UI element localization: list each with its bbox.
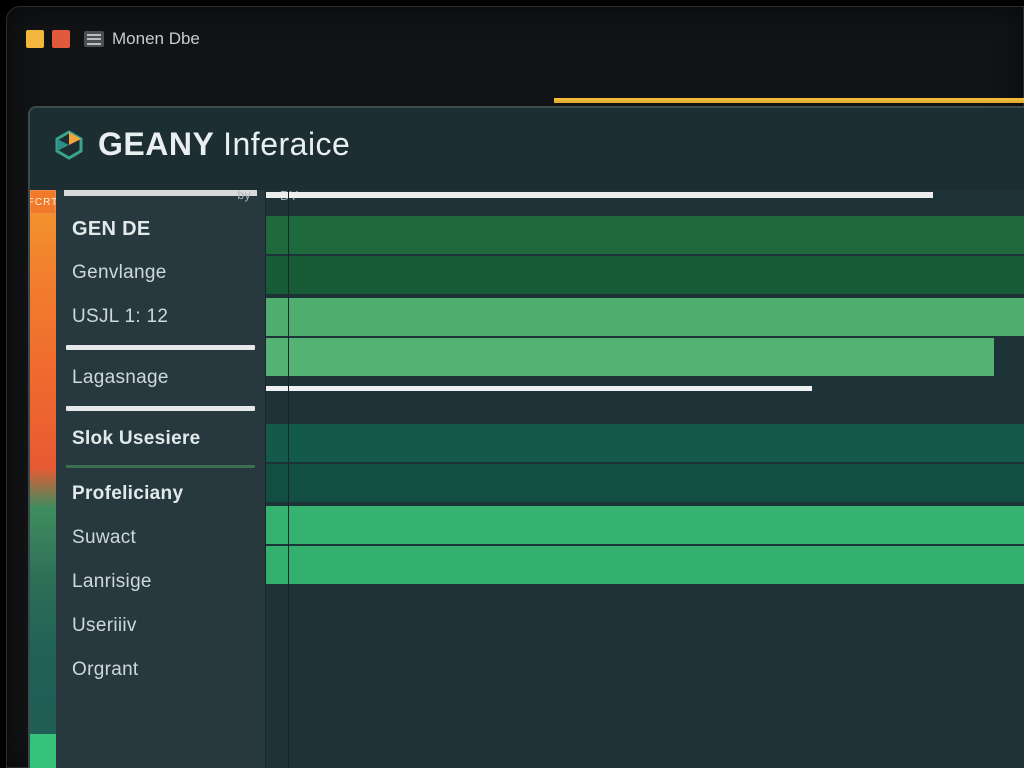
- sidebar-item-suwact[interactable]: Suwact: [56, 516, 265, 560]
- rail-tab[interactable]: FCRT: [30, 190, 56, 214]
- sidebar-mini-label: by: [237, 188, 251, 202]
- bar-row-5: [266, 338, 994, 376]
- window-minimize-icon[interactable]: [26, 30, 44, 48]
- app-title-rest: Inferaice: [223, 126, 350, 162]
- sidebar-item-genvlange[interactable]: Genvlange: [56, 251, 265, 295]
- sidebar: by GEN DE Genvlange USJL 1: 12 Lagasnage…: [56, 190, 266, 768]
- sidebar-divider-2: [66, 406, 255, 411]
- accent-underline: [554, 98, 1024, 103]
- sidebar-item-orgrant[interactable]: Orgrant: [56, 648, 265, 692]
- sidebar-heading-gen-de[interactable]: GEN DE: [56, 196, 265, 251]
- rail-bottom-marker: [30, 734, 56, 768]
- window-close-icon[interactable]: [52, 30, 70, 48]
- panel-divider: [288, 190, 289, 768]
- window-menu-icon[interactable]: [84, 31, 104, 47]
- app-title-strong: Geany: [98, 126, 214, 162]
- app-chrome: Monen Dbe Geany Inferaice FCRT: [6, 6, 1024, 768]
- window-title: Monen Dbe: [112, 29, 200, 49]
- sidebar-item-slok[interactable]: Slok Usesiere: [56, 417, 265, 461]
- bar-row-3: [266, 256, 1024, 294]
- sidebar-item-usjl[interactable]: USJL 1: 12: [56, 295, 265, 339]
- bar-row-1: [266, 192, 933, 198]
- app-body: FCRT by GEN DE Genvlange USJL 1: 12 Laga…: [30, 190, 1024, 768]
- bar-row-10: [266, 546, 1024, 584]
- bar-row-4: [266, 298, 1024, 336]
- sidebar-item-lanrisige[interactable]: Lanrisige: [56, 560, 265, 604]
- app-window: Geany Inferaice FCRT by GEN DE Genvlange…: [28, 106, 1024, 768]
- sidebar-item-profeliciany[interactable]: Profeliciany: [56, 472, 265, 516]
- sidebar-item-useriiiv[interactable]: Useriiiv: [56, 604, 265, 648]
- sidebar-divider-3: [66, 465, 255, 468]
- chart-area: DY: [266, 190, 1024, 768]
- hexagon-logo-icon: [54, 130, 84, 160]
- color-rail: FCRT: [30, 190, 56, 768]
- sidebar-divider-1: [66, 345, 255, 350]
- bar-row-2: [266, 216, 1024, 254]
- bar-row-7: [266, 424, 1024, 462]
- app-title: Geany Inferaice: [98, 126, 350, 163]
- os-titlebar: Monen Dbe: [24, 24, 1024, 54]
- sidebar-item-lagasnage[interactable]: Lagasnage: [56, 356, 265, 400]
- bar-row-9: [266, 506, 1024, 544]
- bar-row-8: [266, 464, 1024, 502]
- app-header: Geany Inferaice: [30, 108, 1024, 185]
- bar-row-6: [266, 386, 812, 391]
